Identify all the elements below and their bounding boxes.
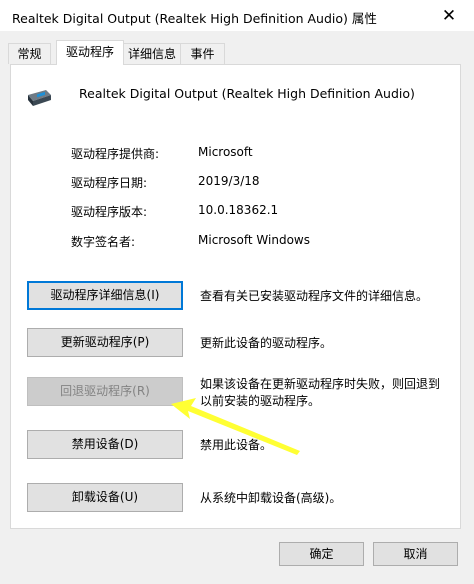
uninstall-device-button[interactable]: 卸载设备(U) [27,483,183,512]
ok-button[interactable]: 确定 [279,542,364,566]
uninstall-device-description: 从系统中卸载设备(高级)。 [200,491,342,505]
speaker-device-icon [28,90,51,106]
provider-label: 驱动程序提供商: [71,147,160,161]
close-icon[interactable]: ✕ [436,3,462,29]
rollback-driver-description: 如果该设备在更新驱动程序时失败，则回退到以前安装的驱动程序。 [200,377,441,408]
tab-driver[interactable]: 驱动程序 [56,40,124,65]
version-label: 驱动程序版本: [71,205,148,219]
version-value: 10.0.18362.1 [198,203,279,217]
disable-device-description: 禁用此设备。 [200,438,273,452]
provider-value: Microsoft [198,145,253,159]
update-driver-button[interactable]: 更新驱动程序(P) [27,328,183,357]
driver-details-button[interactable]: 驱动程序详细信息(I) [27,281,183,310]
update-driver-description: 更新此设备的驱动程序。 [200,336,333,350]
disable-device-button[interactable]: 禁用设备(D) [27,430,183,459]
rollback-driver-button[interactable]: 回退驱动程序(R) [27,377,183,406]
window-title: Realtek Digital Output (Realtek High Def… [12,11,377,26]
signer-value: Microsoft Windows [198,233,310,247]
signer-label: 数字签名者: [71,235,136,249]
tab-general[interactable]: 常规 [8,43,51,64]
device-name: Realtek Digital Output (Realtek High Def… [79,86,415,101]
tab-events[interactable]: 事件 [180,43,225,64]
title-bar: Realtek Digital Output (Realtek High Def… [0,0,474,31]
date-label: 驱动程序日期: [71,176,148,190]
driver-details-description: 查看有关已安装驱动程序文件的详细信息。 [200,289,429,303]
tab-details[interactable]: 详细信息 [123,43,181,64]
date-value: 2019/3/18 [198,174,260,188]
cancel-button[interactable]: 取消 [373,542,458,566]
